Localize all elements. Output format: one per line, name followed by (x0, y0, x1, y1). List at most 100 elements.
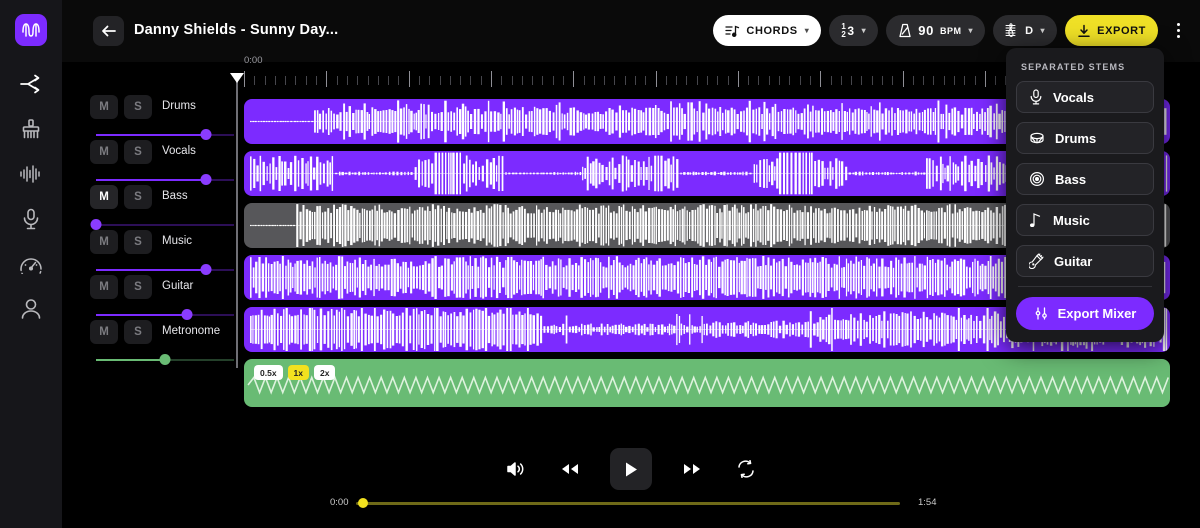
speed-button-double[interactable]: 2x (314, 365, 336, 380)
stem-item-drums[interactable]: Drums (1016, 122, 1154, 154)
split-stems-icon (20, 74, 40, 94)
rewind-icon (562, 464, 578, 474)
solo-button[interactable]: S (124, 185, 152, 209)
slider-knob[interactable] (200, 174, 212, 185)
playhead[interactable] (230, 73, 244, 368)
stem-label: Bass (1055, 171, 1087, 187)
waveform-track-metronome[interactable]: 0.5x 1x 2x (244, 359, 1170, 407)
slider-knob[interactable] (181, 309, 193, 320)
speed-button-half[interactable]: 0.5x (254, 365, 283, 380)
export-button[interactable]: EXPORT (1065, 15, 1158, 46)
mixer-row-vocals: M S Vocals (90, 140, 234, 185)
more-vertical-icon (1176, 23, 1180, 26)
total-time: 1:54 (918, 497, 937, 508)
loop-button[interactable] (732, 455, 760, 483)
loop-icon (738, 460, 754, 478)
stem-item-bass[interactable]: Bass (1016, 163, 1154, 195)
sidebar-item-cleanup[interactable] (14, 117, 48, 141)
solo-button[interactable]: S (124, 320, 152, 344)
progress-knob[interactable] (358, 498, 368, 508)
download-icon (1078, 24, 1090, 37)
equalizer-icon (20, 165, 40, 183)
mixer-track-label: Bass (162, 190, 188, 202)
mute-button[interactable]: M (90, 320, 118, 344)
mixer-row-metronome: M S Metronome (90, 320, 234, 365)
fast-forward-button[interactable] (678, 455, 706, 483)
chevron-down-icon: ▾ (968, 26, 974, 35)
solo-button[interactable]: S (124, 275, 152, 299)
speed-controls: 0.5x 1x 2x (254, 365, 336, 380)
bass-target-icon (1029, 171, 1045, 187)
slider-knob[interactable] (159, 354, 171, 365)
key-button[interactable]: D ▾ (993, 15, 1058, 46)
sidebar-item-account[interactable] (14, 297, 48, 321)
play-button[interactable] (610, 448, 652, 490)
mixer-row-guitar: M S Guitar (90, 275, 234, 320)
slider-knob[interactable] (200, 129, 212, 140)
sidebar-item-vocals[interactable] (14, 207, 48, 231)
mixer-track-label: Drums (162, 100, 196, 112)
stem-label: Guitar (1054, 253, 1093, 269)
left-sidebar (0, 0, 62, 528)
sidebar-item-split[interactable] (14, 72, 48, 96)
stem-label: Drums (1055, 130, 1097, 146)
solo-button[interactable]: S (124, 95, 152, 119)
volume-button[interactable] (502, 455, 530, 483)
back-button[interactable] (93, 16, 124, 46)
volume-slider[interactable] (96, 354, 234, 366)
chevron-down-icon: ▾ (804, 26, 810, 35)
chords-button[interactable]: CHORDS ▾ (713, 15, 822, 46)
chevron-down-icon: ▾ (861, 26, 867, 35)
solo-button[interactable]: S (124, 140, 152, 164)
solo-button[interactable]: S (124, 230, 152, 254)
mute-button[interactable]: M (90, 185, 118, 209)
waveform-logo-icon (22, 23, 40, 37)
stem-item-music[interactable]: Music (1016, 204, 1154, 236)
stem-item-vocals[interactable]: Vocals (1016, 81, 1154, 113)
slider-knob[interactable] (90, 219, 102, 230)
playhead-handle[interactable] (230, 73, 244, 83)
microphone-icon (23, 208, 39, 230)
sidebar-item-tempo[interactable] (14, 252, 48, 276)
mixer-track-label: Guitar (162, 280, 194, 292)
speed-button-normal[interactable]: 1x (287, 365, 310, 380)
progress-bar[interactable] (356, 502, 900, 505)
chevron-down-icon: ▾ (1040, 26, 1046, 35)
slider-fill (96, 314, 188, 316)
export-label: EXPORT (1097, 24, 1146, 37)
bpm-button[interactable]: 90 BPM ▾ (886, 15, 986, 46)
app-logo[interactable] (15, 14, 47, 46)
playback-progress: 0:00 1:54 (330, 496, 937, 510)
mixer-row-music: M S Music (90, 230, 234, 275)
mute-button[interactable]: M (90, 275, 118, 299)
export-mixer-button[interactable]: Export Mixer (1016, 297, 1154, 330)
mute-button[interactable]: M (90, 230, 118, 254)
slider-fill (96, 134, 207, 136)
export-mixer-label: Export Mixer (1057, 306, 1137, 321)
metronome-icon (899, 23, 911, 38)
stem-label: Music (1053, 212, 1090, 228)
mixer-track-label: Metronome (162, 325, 221, 337)
time-sig-beats: 3 (847, 23, 855, 38)
menu-divider (1018, 286, 1152, 287)
guitar-icon (1029, 253, 1044, 269)
slider-fill (96, 359, 165, 361)
mute-button[interactable]: M (90, 140, 118, 164)
stems-menu-title: SEPARATED STEMS (1021, 62, 1126, 72)
slider-knob[interactable] (200, 264, 212, 275)
mute-button[interactable]: M (90, 95, 118, 119)
speedometer-icon (20, 258, 42, 274)
stem-item-guitar[interactable]: Guitar (1016, 245, 1154, 277)
key-value: D (1025, 24, 1034, 37)
page-title: Danny Shields - Sunny Day... (134, 22, 339, 38)
slider-fill (96, 179, 207, 181)
rewind-button[interactable] (556, 455, 584, 483)
time-sig-denominator: 2 (841, 29, 847, 39)
mixer-track-label: Vocals (162, 145, 196, 157)
time-signature-button[interactable]: 1 2 3 ▾ (829, 15, 879, 46)
volume-icon (507, 462, 524, 476)
fast-forward-icon (684, 464, 700, 474)
audio-editor-app: Danny Shields - Sunny Day... CHORDS ▾ 1 … (0, 0, 1200, 528)
more-options-button[interactable] (1168, 15, 1188, 46)
sidebar-item-equalizer[interactable] (14, 162, 48, 186)
